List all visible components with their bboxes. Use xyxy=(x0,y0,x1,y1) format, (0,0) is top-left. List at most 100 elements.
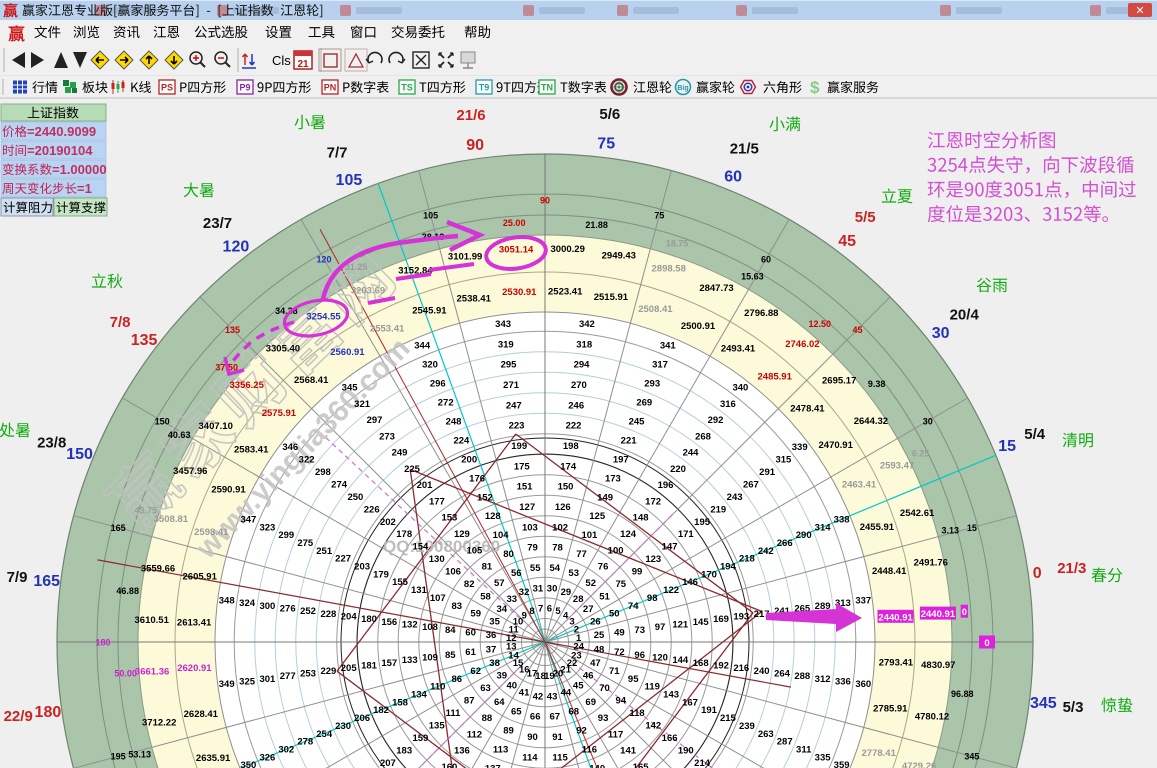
svg-text:23/8: 23/8 xyxy=(37,435,66,452)
svg-text:263: 263 xyxy=(758,729,774,740)
svg-text:322: 322 xyxy=(299,454,315,465)
svg-text:252: 252 xyxy=(300,606,316,617)
svg-text:✕: ✕ xyxy=(1135,5,1144,17)
svg-text:142: 142 xyxy=(645,720,661,731)
svg-text:141: 141 xyxy=(620,746,637,757)
svg-text:65: 65 xyxy=(511,707,522,718)
svg-text:172: 172 xyxy=(645,497,661,508)
svg-text:194: 194 xyxy=(720,562,737,573)
svg-text:21.88: 21.88 xyxy=(585,220,608,230)
svg-text:311: 311 xyxy=(796,745,812,756)
svg-text:2847.73: 2847.73 xyxy=(699,283,733,294)
svg-text:216: 216 xyxy=(733,663,749,674)
svg-text:2515.91: 2515.91 xyxy=(594,292,629,303)
svg-text:146: 146 xyxy=(682,577,698,588)
svg-text:2746.02: 2746.02 xyxy=(785,339,819,350)
svg-text:45: 45 xyxy=(573,681,584,692)
svg-text:230: 230 xyxy=(335,721,351,732)
svg-text:133: 133 xyxy=(402,655,418,666)
svg-text:2545.91: 2545.91 xyxy=(412,306,447,317)
svg-text:179: 179 xyxy=(373,569,389,580)
svg-text:0: 0 xyxy=(1033,565,1042,582)
svg-text:2508.41: 2508.41 xyxy=(638,304,673,315)
svg-text:149: 149 xyxy=(597,492,613,503)
svg-text:37: 37 xyxy=(486,644,497,655)
svg-text:7/9: 7/9 xyxy=(7,569,28,586)
svg-text:359: 359 xyxy=(834,760,850,768)
svg-text:173: 173 xyxy=(605,473,621,484)
svg-text:137: 137 xyxy=(485,763,501,768)
svg-text:2583.41: 2583.41 xyxy=(234,445,269,456)
svg-text:343: 343 xyxy=(495,319,511,330)
svg-text:2440.91: 2440.91 xyxy=(921,609,956,620)
svg-text:293: 293 xyxy=(644,379,660,390)
svg-text:81: 81 xyxy=(482,562,493,573)
svg-text:2598.41: 2598.41 xyxy=(194,527,229,538)
svg-text:295: 295 xyxy=(501,360,518,371)
svg-text:129: 129 xyxy=(454,529,470,540)
svg-text:248: 248 xyxy=(446,417,462,428)
svg-text:360: 360 xyxy=(855,679,871,690)
svg-text:215: 215 xyxy=(720,713,737,724)
svg-text:59: 59 xyxy=(470,609,481,620)
svg-text:220: 220 xyxy=(670,464,686,475)
svg-text:175: 175 xyxy=(514,461,531,472)
svg-text:18.75: 18.75 xyxy=(666,238,689,248)
svg-text:90: 90 xyxy=(540,195,550,205)
svg-text:167: 167 xyxy=(682,697,698,708)
svg-text:2470.91: 2470.91 xyxy=(819,440,854,451)
svg-text:62: 62 xyxy=(470,666,481,677)
svg-text:168: 168 xyxy=(693,658,709,669)
svg-text:25: 25 xyxy=(594,630,605,641)
svg-text:195: 195 xyxy=(111,752,126,762)
svg-text:98: 98 xyxy=(647,593,658,604)
svg-text:218: 218 xyxy=(739,554,755,565)
svg-text:27: 27 xyxy=(583,604,594,615)
svg-text:128: 128 xyxy=(485,511,501,522)
svg-text:341: 341 xyxy=(660,341,677,352)
svg-text:2500.91: 2500.91 xyxy=(681,321,716,332)
svg-text:3254.55: 3254.55 xyxy=(306,312,341,323)
svg-text:348: 348 xyxy=(219,595,235,606)
svg-text:264: 264 xyxy=(774,669,791,680)
svg-text:297: 297 xyxy=(367,415,383,426)
svg-text:96: 96 xyxy=(634,650,645,661)
svg-text:223: 223 xyxy=(509,421,525,432)
svg-text:198: 198 xyxy=(563,441,579,452)
svg-text:225: 225 xyxy=(404,464,421,475)
svg-text:200: 200 xyxy=(461,454,477,465)
svg-text:116: 116 xyxy=(582,745,597,756)
svg-text:60: 60 xyxy=(465,628,476,639)
svg-text:67: 67 xyxy=(550,712,561,723)
svg-text:23/7: 23/7 xyxy=(203,215,232,232)
svg-text:50: 50 xyxy=(609,609,620,620)
svg-text:26: 26 xyxy=(590,616,601,627)
svg-text:254: 254 xyxy=(316,729,333,740)
svg-text:292: 292 xyxy=(708,415,724,426)
svg-text:4729.26: 4729.26 xyxy=(902,761,936,768)
svg-text:2542.61: 2542.61 xyxy=(900,508,935,519)
svg-text:158: 158 xyxy=(392,697,408,708)
svg-text:75: 75 xyxy=(616,579,627,590)
svg-text:55: 55 xyxy=(530,563,541,574)
svg-text:151: 151 xyxy=(517,482,534,493)
svg-text:4780.12: 4780.12 xyxy=(915,711,949,722)
svg-text:102: 102 xyxy=(552,522,568,533)
svg-text:206: 206 xyxy=(354,713,370,724)
svg-text:33: 33 xyxy=(507,594,518,605)
svg-text:115: 115 xyxy=(552,752,568,763)
svg-text:32: 32 xyxy=(519,587,530,598)
svg-text:9.38: 9.38 xyxy=(868,379,886,389)
svg-text:2796.88: 2796.88 xyxy=(744,308,778,319)
svg-text:136: 136 xyxy=(454,746,470,757)
svg-text:83: 83 xyxy=(452,601,463,612)
svg-text:101: 101 xyxy=(581,530,598,541)
svg-text:2949.43: 2949.43 xyxy=(602,251,636,262)
svg-text:57: 57 xyxy=(494,578,505,589)
svg-text:21/6: 21/6 xyxy=(456,107,485,124)
svg-text:Big: Big xyxy=(677,85,688,92)
svg-text:196: 196 xyxy=(658,480,674,491)
svg-text:120: 120 xyxy=(316,255,331,265)
svg-text:21/5: 21/5 xyxy=(730,141,759,158)
svg-text:132: 132 xyxy=(402,620,418,631)
